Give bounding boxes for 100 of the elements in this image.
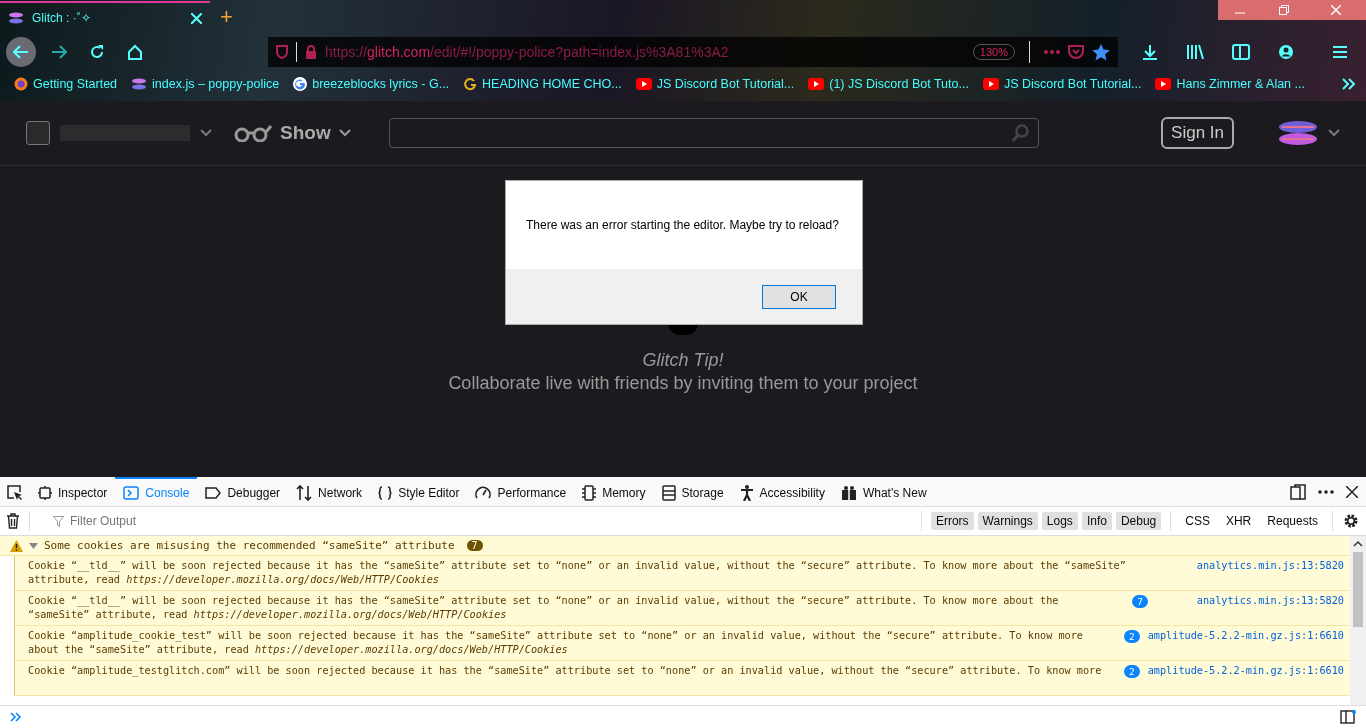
filter-field[interactable]: Filter Output bbox=[68, 513, 912, 529]
play-icon bbox=[808, 78, 825, 90]
repeat-count: 2 bbox=[1124, 630, 1140, 643]
source-link[interactable]: analytics.min.js:13:5820 bbox=[1156, 559, 1344, 587]
pocket-icon[interactable] bbox=[1068, 45, 1084, 59]
fish-icon bbox=[131, 78, 148, 90]
gauge-icon bbox=[475, 485, 492, 500]
browser-tab[interactable]: Glitch : ·˚✧ bbox=[0, 1, 210, 33]
sidebar-icon[interactable] bbox=[1232, 44, 1250, 60]
download-icon[interactable] bbox=[1142, 44, 1158, 60]
settings-icon[interactable] bbox=[1342, 512, 1360, 530]
devtools-tab[interactable]: Performance bbox=[467, 477, 575, 506]
glasses-icon bbox=[234, 124, 272, 142]
project-avatar[interactable] bbox=[26, 121, 50, 145]
url-text[interactable]: https://glitch.com/edit/#!/poppy-police?path=index.js%3A81%3A2 bbox=[325, 44, 965, 60]
devtools-tab[interactable]: What's New bbox=[832, 477, 935, 506]
home-icon[interactable] bbox=[127, 44, 143, 60]
log-level-filter[interactable]: Warnings bbox=[977, 512, 1038, 530]
lock-icon bbox=[305, 45, 317, 59]
bookmark-link[interactable]: JS Discord Bot Tutorial... bbox=[1003, 77, 1142, 91]
network-icon bbox=[296, 484, 313, 501]
close-icon[interactable] bbox=[1346, 485, 1358, 498]
log-level-filter[interactable]: Logs bbox=[1041, 512, 1078, 530]
bookmark-link[interactable]: Hans Zimmer & Alan ... bbox=[1176, 77, 1305, 91]
chevron-down-icon[interactable] bbox=[200, 129, 212, 137]
message-text: Cookie “__tld__” will be soon rejected because it has the “sameSite” attribute set to “none” or an invalid value, without the “secure” attribute. To know more about the “sameSite” attribute, read https://developer.mozilla.org/docs/Web/HTTP/Cookies bbox=[28, 559, 1127, 587]
gift-icon bbox=[840, 484, 857, 501]
reload-icon[interactable] bbox=[89, 44, 105, 60]
devtools-tab[interactable]: Inspector bbox=[30, 477, 116, 506]
account-icon[interactable] bbox=[1278, 44, 1294, 60]
repeat-count: 2 bbox=[1124, 665, 1140, 678]
ok-button[interactable]: OK bbox=[762, 284, 836, 309]
message-text: Cookie “amplitude_cookie_test” will be soon rejected because it has the “sameSite” attribute set to “none” or an invalid value, without the “secure” attribute. To know more about the “sameSite” attribute, read https://developer.mozilla.org/docs/Web/HTTP/Cookies bbox=[28, 629, 1084, 657]
console-icon bbox=[123, 485, 140, 500]
devtools-tab[interactable]: Style Editor bbox=[370, 477, 468, 506]
more-icon[interactable] bbox=[1318, 489, 1334, 494]
tab-title[interactable]: Glitch : ·˚✧ bbox=[32, 11, 183, 25]
new-tab-button[interactable]: + bbox=[220, 6, 233, 28]
bookmark-link[interactable]: (1) JS Discord Bot Tuto... bbox=[829, 77, 969, 91]
devtools-tab[interactable]: Console bbox=[115, 477, 198, 506]
bookmark-link[interactable]: Getting Started bbox=[33, 77, 118, 91]
bookmark-link[interactable]: breezeblocks lyrics - G... bbox=[312, 77, 450, 91]
play-icon bbox=[1155, 78, 1172, 90]
fish-logo-icon[interactable] bbox=[1278, 120, 1318, 146]
arrow-left-icon[interactable] bbox=[13, 45, 29, 59]
back-button[interactable] bbox=[6, 37, 36, 67]
dock-icon[interactable] bbox=[1290, 483, 1306, 500]
fish-icon bbox=[8, 12, 24, 24]
request-type-filter[interactable]: Requests bbox=[1262, 512, 1323, 530]
search-icon bbox=[1011, 124, 1030, 142]
warning-icon bbox=[10, 539, 23, 552]
double-chevron-icon bbox=[10, 712, 22, 722]
trash-icon[interactable] bbox=[6, 513, 20, 529]
bookmark-link[interactable]: HEADING HOME CHO... bbox=[482, 77, 622, 91]
shield-icon[interactable] bbox=[276, 45, 288, 59]
dialog-message: There was an error starting the editor. Maybe try to reload? bbox=[525, 217, 840, 234]
play-icon bbox=[635, 78, 652, 90]
scrollbar[interactable] bbox=[1350, 536, 1366, 705]
library-icon[interactable] bbox=[1186, 44, 1204, 60]
forward-icon[interactable] bbox=[51, 45, 67, 59]
repeat-count: 7 bbox=[466, 540, 483, 551]
scroll-up-icon[interactable] bbox=[1353, 540, 1363, 548]
g-letter-icon bbox=[463, 77, 478, 91]
element-picker-icon[interactable] bbox=[6, 483, 24, 500]
source-link[interactable]: amplitude-5.2.2-min.gz.js:1:6610 bbox=[1147, 664, 1344, 692]
devtools-tab[interactable]: Memory bbox=[574, 477, 654, 506]
menu-icon[interactable] bbox=[1332, 45, 1348, 59]
sidebar-toggle-icon[interactable] bbox=[1340, 710, 1356, 724]
inspector-icon bbox=[38, 485, 52, 500]
chevron-down-icon[interactable] bbox=[338, 129, 351, 137]
chevron-icon[interactable] bbox=[1342, 78, 1356, 90]
devtools-tab[interactable]: Network bbox=[288, 477, 371, 506]
search-field[interactable] bbox=[388, 118, 1039, 148]
devtools-tab[interactable]: Storage bbox=[653, 477, 732, 506]
log-level-filter[interactable]: Debug bbox=[1115, 512, 1162, 530]
address-bar[interactable]: https://glitch.com/edit/#!/poppy-police?path=index.js%3A81%3A2 130% bbox=[268, 37, 1118, 67]
person-icon bbox=[739, 484, 754, 501]
tip-title: Glitch Tip! bbox=[641, 349, 725, 372]
devtools-tab[interactable]: Debugger bbox=[197, 477, 289, 506]
funnel-icon bbox=[53, 515, 64, 527]
bookmark-link[interactable]: JS Discord Bot Tutorial... bbox=[656, 77, 795, 91]
show-menu-label[interactable]: Show bbox=[280, 122, 331, 144]
sign-in-button[interactable]: Sign In bbox=[1161, 117, 1234, 149]
request-type-filter[interactable]: CSS bbox=[1180, 512, 1215, 530]
warning-group-row[interactable]: Some cookies are misusing the recommended “sameSite” attribute 7 bbox=[0, 536, 1350, 556]
star-icon[interactable] bbox=[1092, 43, 1110, 61]
source-link[interactable]: analytics.min.js:13:5820 bbox=[1156, 594, 1344, 622]
devtools-tab[interactable]: Accessibility bbox=[731, 477, 833, 506]
log-level-filter[interactable]: Errors bbox=[930, 512, 974, 530]
log-level-filter[interactable]: Info bbox=[1081, 512, 1112, 530]
expand-toggle-icon[interactable] bbox=[29, 542, 38, 549]
fox-globe-icon bbox=[14, 77, 28, 91]
bookmark-link[interactable]: index.js – poppy-police bbox=[152, 77, 280, 91]
warning-group-text: Some cookies are misusing the recommended “sameSite” attribute bbox=[44, 539, 455, 552]
chip-icon bbox=[582, 484, 597, 501]
tip-text: Collaborate live with friends by inviting them to your project bbox=[448, 373, 918, 393]
request-type-filter[interactable]: XHR bbox=[1220, 512, 1257, 530]
g-logo-icon bbox=[293, 77, 308, 91]
chevron-down-icon[interactable] bbox=[1328, 129, 1340, 137]
source-link[interactable]: amplitude-5.2.2-min.gz.js:1:6610 bbox=[1147, 629, 1344, 657]
